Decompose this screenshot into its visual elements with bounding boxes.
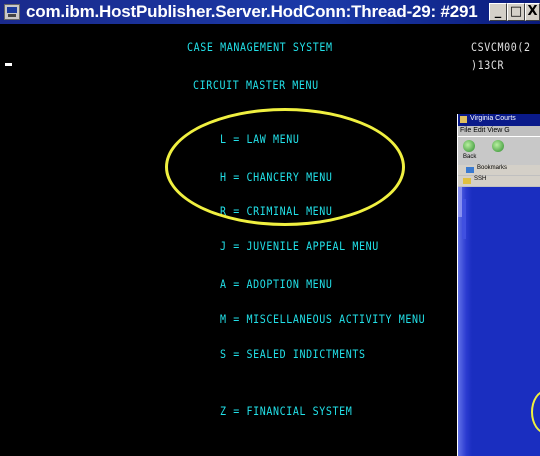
bookmarks-label: Bookmarks: [477, 165, 508, 171]
overlay-highlight-circle: [531, 390, 540, 434]
bookmark-icon: [466, 167, 474, 173]
maximize-button[interactable]: □: [507, 3, 525, 21]
terminal-cursor: [5, 63, 12, 66]
menu-item-chancery[interactable]: H = CHANCERY MENU: [220, 172, 333, 185]
overlay-content: [458, 187, 540, 456]
menu-title: CIRCUIT MASTER MENU: [193, 80, 319, 93]
overlay-menu-bar: File Edit View G: [460, 127, 510, 134]
title-bar[interactable]: com.ibm.HostPublisher.Server.HodConn:Thr…: [0, 0, 540, 24]
screen-id-line1: CSVCM00(2: [471, 42, 531, 55]
menu-item-miscellaneous[interactable]: M = MISCELLANEOUS ACTIVITY MENU: [220, 314, 425, 327]
minimize-button[interactable]: _: [489, 3, 507, 21]
overlay-toolbar: Back: [458, 136, 540, 166]
links-label: SSH: [474, 176, 487, 182]
browser-screenshot-overlay: Virginia Courts File Edit View G Back Bo…: [457, 114, 540, 456]
back-label: Back: [463, 154, 477, 160]
browser-icon: [460, 116, 467, 123]
host-publisher-window: com.ibm.HostPublisher.Server.HodConn:Thr…: [0, 0, 540, 456]
overlay-title: Virginia Courts: [470, 115, 516, 122]
menu-item-juvenile-appeal[interactable]: J = JUVENILE APPEAL MENU: [220, 241, 379, 254]
back-icon: [463, 140, 475, 152]
folder-icon: [463, 178, 471, 184]
forward-icon: [492, 140, 504, 152]
close-button[interactable]: X: [525, 3, 540, 21]
menu-item-adoption[interactable]: A = ADOPTION MENU: [220, 279, 333, 292]
overlay-stripe-step: [462, 199, 466, 239]
overlay-links-bar: SSH: [458, 176, 540, 186]
screen-id-line2: )13CR: [471, 60, 505, 73]
system-header: CASE MANAGEMENT SYSTEM: [187, 42, 333, 55]
window-title: com.ibm.HostPublisher.Server.HodConn:Thr…: [26, 2, 478, 21]
overlay-title-bar: Virginia Courts: [458, 114, 540, 126]
menu-item-criminal[interactable]: R = CRIMINAL MENU: [220, 206, 333, 219]
menu-item-law[interactable]: L = LAW MENU: [220, 134, 299, 147]
menu-item-financial[interactable]: Z = FINANCIAL SYSTEM: [220, 406, 352, 419]
menu-item-sealed-indictments[interactable]: S = SEALED INDICTMENTS: [220, 349, 366, 362]
app-icon: [4, 4, 20, 20]
overlay-bookmarks-bar: Bookmarks: [458, 165, 540, 175]
